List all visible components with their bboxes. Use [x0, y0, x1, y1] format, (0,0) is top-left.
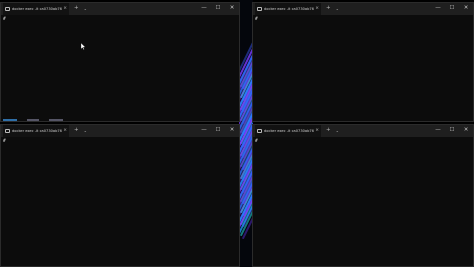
terminal-content[interactable]: # [1, 137, 239, 266]
new-tab-button[interactable]: + [74, 128, 79, 134]
desktop-wallpaper [239, 0, 253, 267]
shell-prompt: # [255, 139, 258, 144]
new-tab-button[interactable]: + [74, 6, 79, 12]
terminal-window-top-left: docker exec -it ca0730ab7697 × + ⌄ — ☐ ✕… [0, 2, 240, 122]
close-button[interactable]: ✕ [225, 128, 239, 134]
tab-close-icon[interactable]: × [315, 128, 319, 134]
shell-prompt: # [3, 139, 6, 144]
tab-title: docker exec -it ca0730ab7697 [12, 7, 63, 11]
tab-close-icon[interactable]: × [63, 6, 67, 12]
terminal-window-top-right: docker exec -it ca0730ab7697 × + ⌄ — ☐ ✕… [252, 2, 474, 122]
tab-close-icon[interactable]: × [63, 128, 67, 134]
terminal-icon [5, 129, 10, 133]
minimize-button[interactable]: — [431, 6, 445, 12]
close-button[interactable]: ✕ [459, 6, 473, 12]
new-tab-button[interactable]: + [326, 128, 331, 134]
minimize-button[interactable]: — [431, 128, 445, 134]
title-bar: docker exec -it ca0730ab7697 × + ⌄ — ☐ ✕ [1, 3, 239, 15]
tab-title: docker exec -it ca0730ab7697 [264, 129, 315, 133]
close-button[interactable]: ✕ [225, 6, 239, 12]
terminal-content[interactable]: # [1, 15, 239, 121]
terminal-window-bottom-left: docker exec -it ca0730ab7697 × + ⌄ — ☐ ✕… [0, 124, 240, 267]
shell-prompt: # [255, 17, 258, 22]
terminal-tab[interactable]: docker exec -it ca0730ab7697 × [3, 125, 69, 137]
terminal-content[interactable]: # [253, 137, 473, 266]
terminal-icon [5, 7, 10, 11]
maximize-button[interactable]: ☐ [445, 128, 459, 134]
maximize-button[interactable]: ☐ [211, 6, 225, 12]
tab-close-icon[interactable]: × [315, 6, 319, 12]
terminal-icon [257, 129, 262, 133]
minimize-button[interactable]: — [197, 128, 211, 134]
status-indicators [3, 119, 73, 121]
terminal-tab[interactable]: docker exec -it ca0730ab7697 × [3, 3, 69, 15]
title-bar: docker exec -it ca0730ab7697 × + ⌄ — ☐ ✕ [253, 125, 473, 137]
new-tab-button[interactable]: + [326, 6, 331, 12]
terminal-tab[interactable]: docker exec -it ca0730ab7697 × [255, 125, 321, 137]
minimize-button[interactable]: — [197, 6, 211, 12]
maximize-button[interactable]: ☐ [211, 128, 225, 134]
close-button[interactable]: ✕ [459, 128, 473, 134]
terminal-window-bottom-right: docker exec -it ca0730ab7697 × + ⌄ — ☐ ✕… [252, 124, 474, 267]
dropdown-chevron-icon[interactable]: ⌄ [84, 7, 87, 11]
dropdown-chevron-icon[interactable]: ⌄ [336, 7, 339, 11]
tab-title: docker exec -it ca0730ab7697 [12, 129, 63, 133]
mouse-pointer-icon [81, 43, 86, 50]
dropdown-chevron-icon[interactable]: ⌄ [84, 129, 87, 133]
maximize-button[interactable]: ☐ [445, 6, 459, 12]
terminal-tab[interactable]: docker exec -it ca0730ab7697 × [255, 3, 321, 15]
title-bar: docker exec -it ca0730ab7697 × + ⌄ — ☐ ✕ [1, 125, 239, 137]
terminal-content[interactable]: # [253, 15, 473, 121]
tab-title: docker exec -it ca0730ab7697 [264, 7, 315, 11]
shell-prompt: # [3, 17, 6, 22]
title-bar: docker exec -it ca0730ab7697 × + ⌄ — ☐ ✕ [253, 3, 473, 15]
dropdown-chevron-icon[interactable]: ⌄ [336, 129, 339, 133]
terminal-icon [257, 7, 262, 11]
